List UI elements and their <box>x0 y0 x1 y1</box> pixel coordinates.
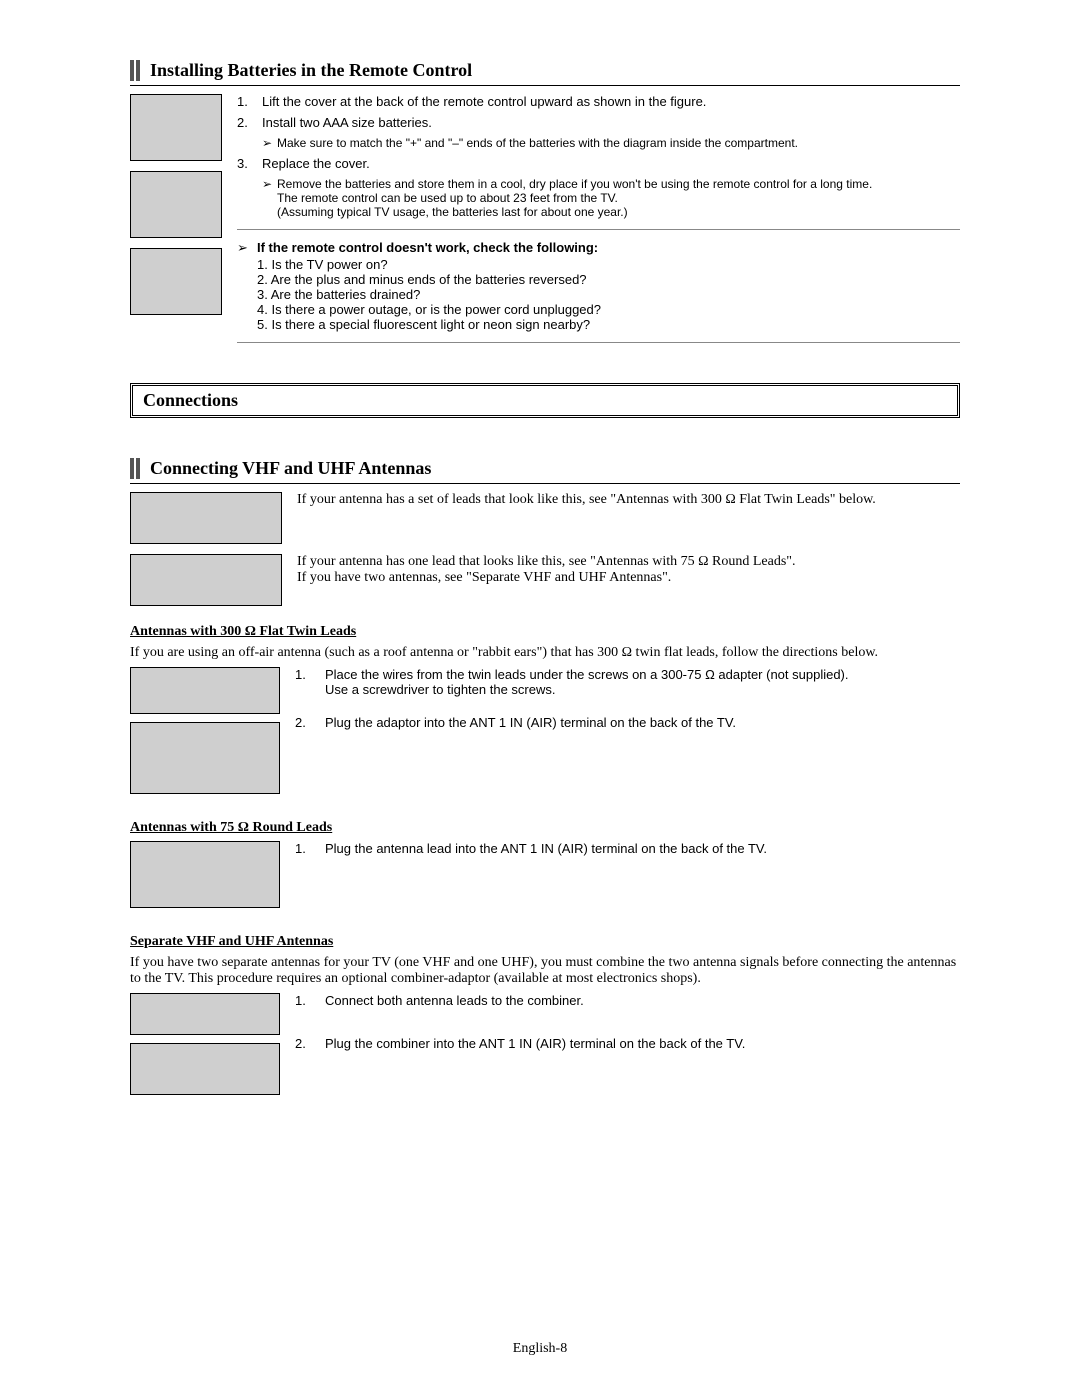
step-number-3: 3. <box>237 156 262 171</box>
sub3-heading: Separate VHF and UHF Antennas <box>130 934 960 950</box>
sub3-step1: 1. Connect both antenna leads to the com… <box>295 993 960 1008</box>
section1-text-column: 1. Lift the cover at the back of the rem… <box>237 94 960 353</box>
note-arrow-icon: ➢ <box>237 240 257 332</box>
step-number-1: 1. <box>295 993 325 1008</box>
sub1-step1: 1. Place the wires from the twin leads u… <box>295 667 960 697</box>
note-arrow-icon: ➢ <box>262 177 277 219</box>
adapter-plug-image <box>130 722 280 794</box>
step3-text: Replace the cover. <box>262 156 370 171</box>
step-number-2: 2. <box>237 115 262 130</box>
lead-row-twin: If your antenna has a set of leads that … <box>130 492 960 544</box>
sub2-heading: Antennas with 75 Ω Round Leads <box>130 820 960 836</box>
sub3-step2-text: Plug the combiner into the ANT 1 IN (AIR… <box>325 1036 745 1051</box>
sub1-images <box>130 667 280 802</box>
adapter-screws-image <box>130 667 280 714</box>
sub2-step1-text: Plug the antenna lead into the ANT 1 IN … <box>325 841 767 856</box>
step-number-2: 2. <box>295 715 325 730</box>
lead-row-round: If your antenna has one lead that looks … <box>130 554 960 606</box>
connections-banner: Connections <box>130 383 960 418</box>
step-number-1: 1. <box>295 841 325 856</box>
trouble-q4: 4. Is there a power outage, or is the po… <box>257 302 960 317</box>
remote-cover-lift-image <box>130 94 222 161</box>
manual-page: Installing Batteries in the Remote Contr… <box>0 0 1080 1397</box>
sub2-steps-row: 1. Plug the antenna lead into the ANT 1 … <box>130 841 960 916</box>
sub3-step2: 2. Plug the combiner into the ANT 1 IN (… <box>295 1036 960 1051</box>
section1-heading-row: Installing Batteries in the Remote Contr… <box>130 60 960 81</box>
combiner-connect-image <box>130 993 280 1035</box>
sub2-step1: 1. Plug the antenna lead into the ANT 1 … <box>295 841 960 856</box>
troubleshoot-block: ➢ If the remote control doesn't work, ch… <box>237 240 960 332</box>
section1-step2: 2. Install two AAA size batteries. <box>237 115 960 130</box>
section1-step3: 3. Replace the cover. <box>237 156 960 171</box>
step2-text: Install two AAA size batteries. <box>262 115 432 130</box>
sub1-step1a: Place the wires from the twin leads unde… <box>325 667 849 682</box>
sub1-steps-row: 1. Place the wires from the twin leads u… <box>130 667 960 802</box>
trouble-q5: 5. Is there a special fluorescent light … <box>257 317 960 332</box>
section1-image-column <box>130 94 222 353</box>
step2-note: ➢ Make sure to match the "+" and "–" end… <box>262 136 960 150</box>
section1-body: 1. Lift the cover at the back of the rem… <box>130 85 960 353</box>
note3b: The remote control can be used up to abo… <box>277 191 618 205</box>
lead2a: If your antenna has one lead that looks … <box>297 554 796 569</box>
sub3-step1-text: Connect both antenna leads to the combin… <box>325 993 584 1008</box>
sub1-step1-text: Place the wires from the twin leads unde… <box>325 667 849 697</box>
combiner-plug-image <box>130 1043 280 1095</box>
section1-title: Installing Batteries in the Remote Contr… <box>150 60 472 81</box>
remote-insert-batteries-image <box>130 171 222 238</box>
step3-note-text: Remove the batteries and store them in a… <box>277 177 960 219</box>
sub3-intro: If you have two separate antennas for yo… <box>130 955 960 987</box>
note-arrow-icon: ➢ <box>262 136 277 150</box>
trouble-q2: 2. Are the plus and minus ends of the ba… <box>257 272 960 287</box>
sub3-text-col: 1. Connect both antenna leads to the com… <box>295 993 960 1103</box>
heading-bars <box>130 458 140 479</box>
troubleshoot-body: If the remote control doesn't work, chec… <box>257 240 960 332</box>
divider <box>237 229 960 230</box>
page-number: English-8 <box>0 1341 1080 1357</box>
sub2-text-col: 1. Plug the antenna lead into the ANT 1 … <box>295 841 960 916</box>
flat-twin-leads-image <box>130 492 282 544</box>
sub1-text-col: 1. Place the wires from the twin leads u… <box>295 667 960 802</box>
section1-step1: 1. Lift the cover at the back of the rem… <box>237 94 960 109</box>
round-lead-image <box>130 554 282 606</box>
trouble-q3: 3. Are the batteries drained? <box>257 287 960 302</box>
step-number-1: 1. <box>295 667 325 697</box>
troubleshoot-title: If the remote control doesn't work, chec… <box>257 240 960 255</box>
sub1-step1b: Use a screwdriver to tighten the screws. <box>325 682 555 697</box>
sub1-heading: Antennas with 300 Ω Flat Twin Leads <box>130 624 960 640</box>
trouble-q1: 1. Is the TV power on? <box>257 257 960 272</box>
section2-body: If your antenna has a set of leads that … <box>130 483 960 1103</box>
section2-heading-row: Connecting VHF and UHF Antennas <box>130 458 960 479</box>
step-number-2: 2. <box>295 1036 325 1051</box>
sub1-step2-text: Plug the adaptor into the ANT 1 IN (AIR)… <box>325 715 736 730</box>
note3c: (Assuming typical TV usage, the batterie… <box>277 205 628 219</box>
step1-text: Lift the cover at the back of the remote… <box>262 94 706 109</box>
sub3-images <box>130 993 280 1103</box>
sub1-step2: 2. Plug the adaptor into the ANT 1 IN (A… <box>295 715 960 730</box>
sub2-images <box>130 841 280 916</box>
section2-title: Connecting VHF and UHF Antennas <box>150 458 431 479</box>
remote-replace-cover-image <box>130 248 222 315</box>
divider <box>237 342 960 343</box>
sub1-intro: If you are using an off-air antenna (suc… <box>130 645 960 661</box>
lead1-text: If your antenna has a set of leads that … <box>297 492 960 544</box>
step-number-1: 1. <box>237 94 262 109</box>
round-lead-plug-image <box>130 841 280 908</box>
note3a: Remove the batteries and store them in a… <box>277 177 872 191</box>
step3-note-block: ➢ Remove the batteries and store them in… <box>262 177 960 219</box>
lead2-text: If your antenna has one lead that looks … <box>297 554 960 606</box>
heading-bars <box>130 60 140 81</box>
lead2b: If you have two antennas, see "Separate … <box>297 570 671 585</box>
sub3-steps-row: 1. Connect both antenna leads to the com… <box>130 993 960 1103</box>
connections-title: Connections <box>143 390 947 411</box>
step2-note-text: Make sure to match the "+" and "–" ends … <box>277 136 960 150</box>
